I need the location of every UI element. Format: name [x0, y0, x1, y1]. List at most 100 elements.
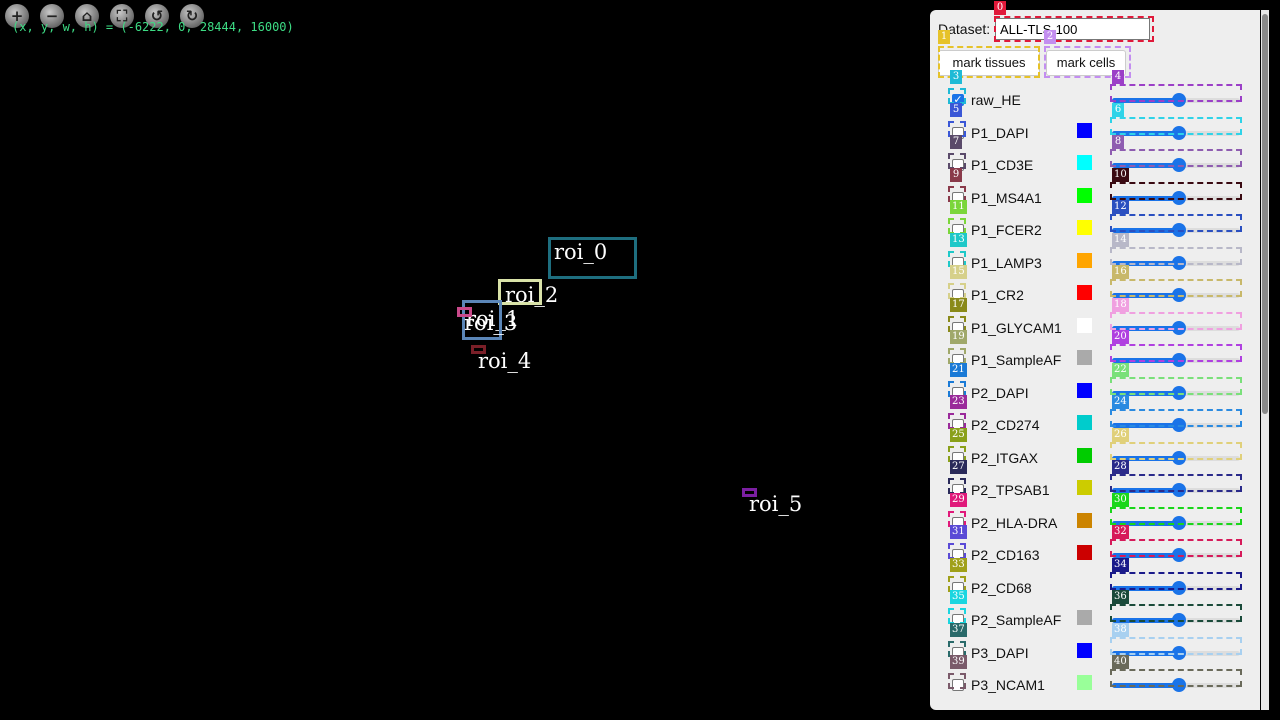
- channel-color-swatch[interactable]: [1077, 480, 1092, 495]
- slider-thumb[interactable]: [1171, 93, 1186, 107]
- roi-box[interactable]: [457, 307, 472, 317]
- channel-name: P2_CD68: [971, 579, 1032, 596]
- channel-intensity-slider[interactable]: [1112, 223, 1240, 237]
- slider-thumb[interactable]: [1171, 288, 1186, 302]
- channel-color-swatch[interactable]: [1077, 317, 1092, 333]
- channel-name: P2_ITGAX: [971, 449, 1038, 466]
- channel-row: P1_SampleAF: [930, 348, 1260, 380]
- channel-name: P1_LAMP3: [971, 254, 1042, 271]
- element-marker-tag: 31: [950, 525, 967, 539]
- element-marker-tag: 15: [950, 265, 967, 279]
- channel-intensity-slider[interactable]: [1112, 515, 1240, 530]
- channel-color-swatch[interactable]: [1077, 350, 1092, 365]
- channel-color-swatch[interactable]: [1077, 382, 1092, 398]
- channel-intensity-slider[interactable]: [1112, 580, 1240, 595]
- element-marker-tag: 11: [950, 200, 967, 214]
- channel-color-swatch[interactable]: [1077, 187, 1092, 203]
- element-marker-tag: 17: [950, 297, 967, 312]
- slider-thumb[interactable]: [1171, 580, 1186, 595]
- element-marker-tag: 32: [1112, 525, 1129, 539]
- channel-intensity-slider[interactable]: [1112, 613, 1240, 627]
- channel-row: P2_HLA-DRA: [930, 511, 1260, 543]
- slider-thumb[interactable]: [1171, 613, 1186, 627]
- channel-intensity-slider[interactable]: [1112, 353, 1240, 367]
- channel-name: P2_HLA-DRA: [971, 514, 1058, 531]
- channel-color-swatch[interactable]: [1077, 155, 1092, 170]
- channel-row: P2_TPSAB1: [930, 478, 1260, 510]
- channel-color-swatch[interactable]: [1077, 577, 1092, 593]
- channel-name: P2_CD163: [971, 547, 1040, 563]
- slider-fill: [1112, 683, 1179, 688]
- element-marker-tag: 30: [1112, 492, 1129, 507]
- element-marker-tag: 33: [950, 557, 967, 572]
- channel-color-swatch[interactable]: [1077, 285, 1092, 300]
- dataset-input[interactable]: [995, 18, 1150, 40]
- channel-color-swatch[interactable]: [1077, 675, 1092, 690]
- element-marker-tag: 12: [1112, 200, 1129, 214]
- slider-thumb[interactable]: [1171, 678, 1186, 692]
- element-marker-tag: 0: [994, 1, 1006, 15]
- channel-color-swatch[interactable]: [1077, 512, 1092, 528]
- scrollbar-thumb[interactable]: [1262, 14, 1268, 414]
- channel-intensity-slider[interactable]: [1112, 678, 1240, 692]
- element-marker-tag: 29: [950, 492, 967, 507]
- slider-thumb[interactable]: [1171, 515, 1186, 530]
- slider-thumb[interactable]: [1171, 158, 1186, 172]
- channel-intensity-slider[interactable]: [1112, 385, 1240, 400]
- channel-intensity-slider[interactable]: [1112, 418, 1240, 432]
- slider-thumb[interactable]: [1171, 385, 1186, 400]
- slider-thumb[interactable]: [1171, 125, 1186, 140]
- element-marker-tag: 39: [950, 655, 967, 669]
- channel-name: P1_CD3E: [971, 157, 1034, 173]
- element-marker-tag: 2: [1044, 30, 1056, 44]
- slider-thumb[interactable]: [1171, 645, 1186, 660]
- element-marker-tag: 7: [950, 135, 962, 149]
- element-marker-tag: 38: [1112, 622, 1129, 637]
- slider-thumb[interactable]: [1171, 223, 1186, 237]
- channel-intensity-slider[interactable]: [1112, 190, 1240, 205]
- slider-thumb[interactable]: [1171, 190, 1186, 205]
- channel-intensity-slider[interactable]: [1112, 483, 1240, 497]
- channel-name: P1_FCER2: [971, 222, 1042, 238]
- channel-intensity-slider[interactable]: [1112, 158, 1240, 172]
- channel-intensity-slider[interactable]: [1112, 450, 1240, 465]
- element-marker-tag: 22: [1112, 362, 1129, 377]
- panel-scrollbar[interactable]: [1261, 10, 1269, 710]
- channel-color-swatch[interactable]: [1077, 415, 1092, 430]
- channel-checkbox[interactable]: [952, 679, 964, 691]
- channel-intensity-slider[interactable]: [1112, 645, 1240, 660]
- channel-row: P1_MS4A1: [930, 186, 1260, 218]
- channel-name: P2_CD274: [971, 417, 1040, 433]
- channel-color-swatch[interactable]: [1077, 447, 1092, 463]
- slider-thumb[interactable]: [1171, 483, 1186, 497]
- channel-color-swatch[interactable]: [1077, 545, 1092, 560]
- element-marker-tag: 10: [1112, 167, 1129, 182]
- channel-color-swatch[interactable]: [1077, 610, 1092, 625]
- channel-row: P2_CD274: [930, 413, 1260, 445]
- channel-intensity-slider[interactable]: [1112, 255, 1240, 270]
- channel-intensity-slider[interactable]: [1112, 320, 1240, 335]
- viewport-coordinates: (x, y, w, h) = (-6222, 0, 28444, 16000): [12, 20, 294, 34]
- channel-name: P3_NCAM1: [971, 677, 1045, 693]
- channel-intensity-slider[interactable]: [1112, 548, 1240, 562]
- slider-thumb[interactable]: [1171, 450, 1186, 465]
- slider-thumb[interactable]: [1171, 548, 1186, 562]
- element-marker-tag: 9: [950, 167, 962, 182]
- channel-intensity-slider[interactable]: [1112, 125, 1240, 140]
- channel-color-swatch[interactable]: [1077, 642, 1092, 658]
- channel-row: P2_SampleAF: [930, 608, 1260, 640]
- slider-thumb[interactable]: [1171, 353, 1186, 367]
- channel-name: P1_GLYCAM1: [971, 319, 1062, 336]
- channel-color-swatch[interactable]: [1077, 220, 1092, 235]
- slider-thumb[interactable]: [1171, 255, 1186, 270]
- element-marker-tag: 26: [1112, 427, 1129, 442]
- channel-intensity-slider[interactable]: [1112, 288, 1240, 302]
- slider-thumb[interactable]: [1171, 320, 1186, 335]
- channel-row: P2_CD68: [930, 576, 1260, 608]
- channel-color-swatch[interactable]: [1077, 122, 1092, 138]
- slider-thumb[interactable]: [1171, 418, 1186, 432]
- channel-row: P2_DAPI: [930, 381, 1260, 413]
- element-marker-tag: 37: [950, 622, 967, 637]
- channel-color-swatch[interactable]: [1077, 252, 1092, 268]
- channel-intensity-slider[interactable]: [1112, 93, 1240, 107]
